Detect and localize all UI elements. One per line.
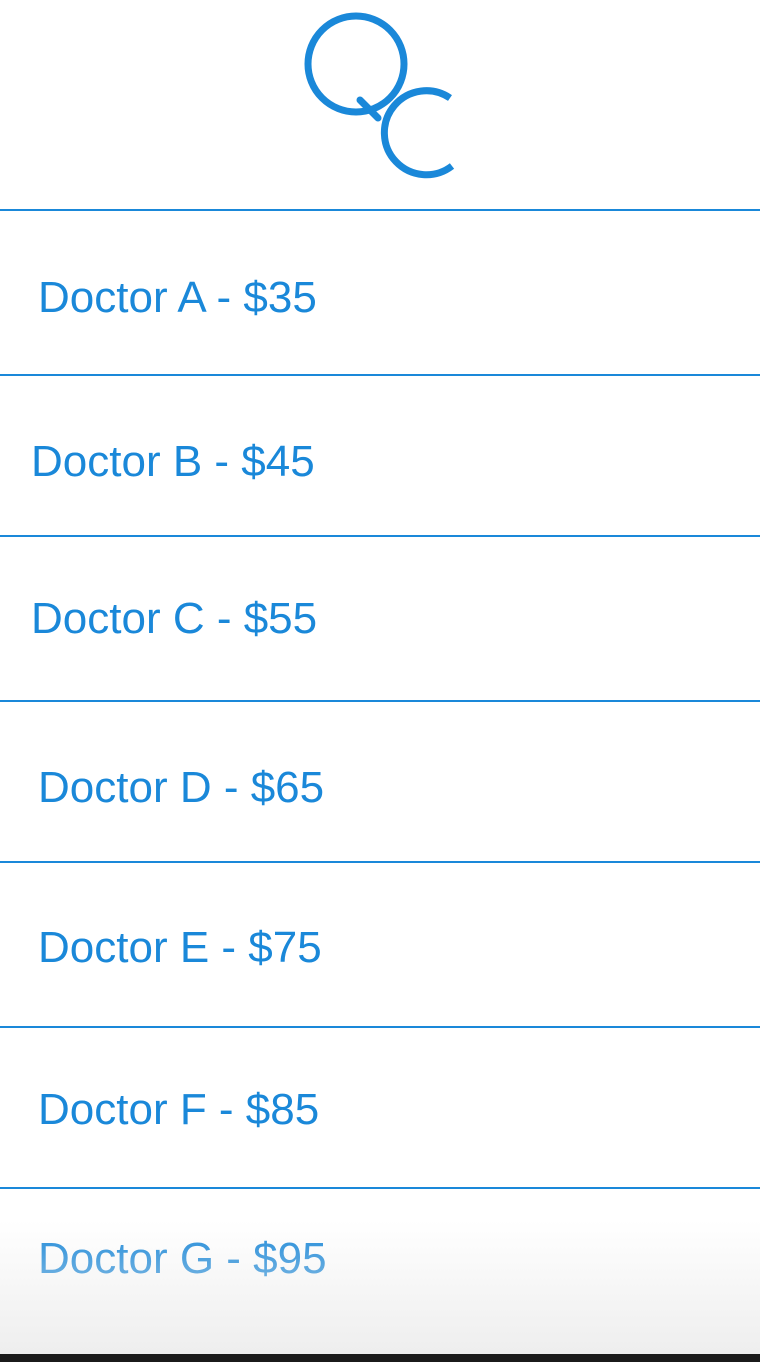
doctor-label: Doctor E - $75	[38, 923, 322, 972]
doctor-label: Doctor C - $55	[31, 594, 318, 643]
doctor-row-d[interactable]: Doctor D - $65	[0, 702, 760, 861]
doctor-row-b[interactable]: Doctor B - $45	[0, 376, 760, 535]
doctor-row-a[interactable]: Doctor A - $35	[0, 211, 760, 374]
doctor-row-f[interactable]: Doctor F - $85	[0, 1028, 760, 1187]
doctor-label: Doctor A - $35	[38, 273, 317, 322]
doctor-row-e[interactable]: Doctor E - $75	[0, 863, 760, 1026]
doctor-label: Doctor B - $45	[31, 437, 315, 486]
doctor-label: Doctor F - $85	[38, 1085, 320, 1134]
doctor-label: Doctor D - $65	[38, 763, 325, 812]
qc-logo-icon	[300, 8, 460, 193]
doctor-label: Doctor G - $95	[38, 1234, 327, 1283]
doctor-row-c[interactable]: Doctor C - $55	[0, 537, 760, 700]
doctor-row-g[interactable]: Doctor G - $95	[0, 1189, 760, 1354]
bottom-bar	[0, 1354, 760, 1362]
app-header	[0, 0, 760, 210]
